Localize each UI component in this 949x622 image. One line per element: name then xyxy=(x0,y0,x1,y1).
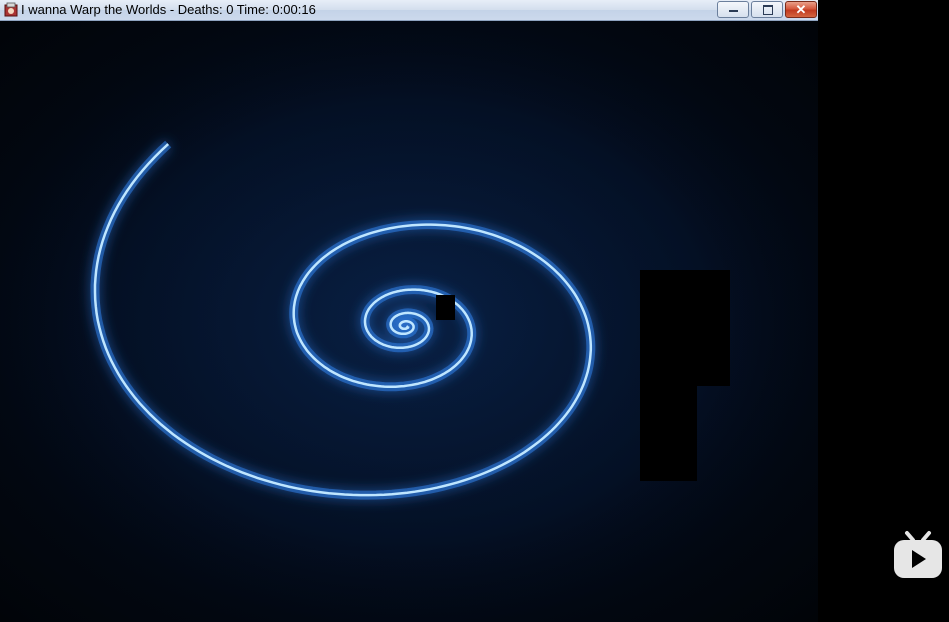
title-bar[interactable]: I wanna Warp the Worlds - Deaths: 0 Time… xyxy=(0,0,818,21)
dark-block xyxy=(436,295,455,320)
dark-block xyxy=(640,386,697,481)
side-margin xyxy=(818,0,949,622)
maximize-icon xyxy=(763,5,773,15)
dark-block xyxy=(640,270,730,386)
game-window: I wanna Warp the Worlds - Deaths: 0 Time… xyxy=(0,0,818,622)
bilibili-tv-icon[interactable] xyxy=(892,530,944,580)
maximize-button[interactable] xyxy=(751,1,783,18)
window-title: I wanna Warp the Worlds - Deaths: 0 Time… xyxy=(21,2,316,17)
close-icon: ✕ xyxy=(795,2,807,17)
app-icon[interactable] xyxy=(3,2,19,18)
close-button[interactable]: ✕ xyxy=(785,1,817,18)
game-canvas[interactable] xyxy=(0,21,818,622)
minimize-button[interactable] xyxy=(717,1,749,18)
minimize-icon xyxy=(729,10,738,12)
